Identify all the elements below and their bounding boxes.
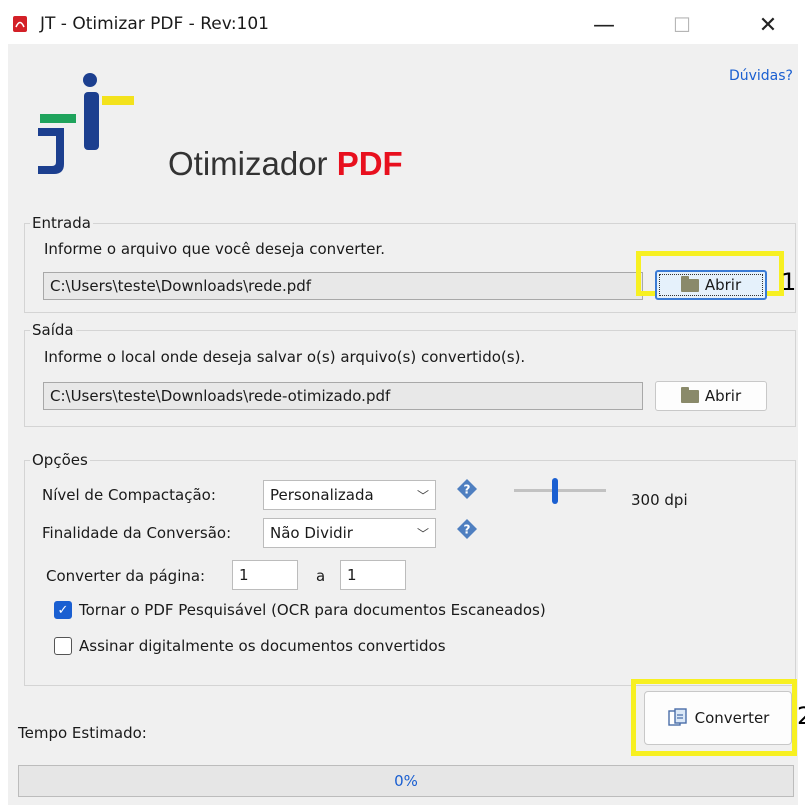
chevron-down-icon: ﹀ [416, 526, 429, 541]
folder-icon [680, 386, 699, 403]
open-input-label: Abrir [704, 276, 742, 294]
opcoes-group-label: Opções [30, 451, 90, 469]
open-output-label: Abrir [704, 387, 742, 405]
output-file-path[interactable]: C:\Users\teste\Downloads\rede-otimizado.… [43, 382, 643, 410]
progress-text: 0% [394, 772, 418, 790]
convert-button[interactable]: Converter [644, 691, 792, 745]
ocr-checkbox[interactable]: ✓ [54, 601, 72, 619]
window-title: JT - Otimizar PDF - Rev:101 [40, 14, 270, 34]
entrada-hint: Informe o arquivo que você deseja conver… [44, 240, 386, 258]
folder-icon [680, 275, 699, 292]
page-to-label: a [316, 567, 326, 585]
purpose-value: Não Dividir [270, 524, 353, 542]
help-link[interactable]: Dúvidas? [729, 68, 793, 84]
close-button[interactable]: ✕ [748, 10, 788, 40]
convert-label: Converter [694, 709, 770, 727]
app-title-pdf: PDF [336, 145, 403, 182]
app-pdf-icon [13, 16, 27, 32]
estimated-time-label: Tempo Estimado: [18, 724, 147, 742]
entrada-group-label: Entrada [30, 214, 93, 232]
purpose-label: Finalidade da Conversão: [42, 524, 232, 542]
help-question-icon[interactable]: ? [456, 478, 478, 500]
help-question-icon[interactable]: ? [456, 518, 478, 540]
dpi-slider-track[interactable] [514, 489, 606, 492]
purpose-select[interactable]: Não Dividir ﹀ [263, 518, 436, 548]
minimize-button[interactable]: — [584, 10, 624, 40]
page-to-input[interactable]: 1 [340, 560, 406, 590]
callout-number-2: 2 [797, 702, 805, 730]
callout-number-1: 1 [781, 268, 797, 296]
ocr-label: Tornar o PDF Pesquisável (OCR para docum… [79, 601, 546, 619]
svg-text:?: ? [464, 523, 471, 537]
saida-group-label: Saída [30, 321, 76, 339]
jt-logo [38, 73, 134, 174]
page-from-input[interactable]: 1 [232, 560, 298, 590]
sign-label: Assinar digitalmente os documentos conve… [79, 637, 446, 655]
dpi-slider-thumb[interactable] [552, 478, 559, 504]
dpi-value: 300 dpi [631, 491, 688, 509]
chevron-down-icon: ﹀ [416, 488, 429, 503]
progress-bar: 0% [18, 765, 794, 797]
compact-level-value: Personalizada [270, 486, 374, 504]
sign-checkbox[interactable] [54, 637, 72, 655]
saida-group [24, 330, 796, 427]
svg-text:?: ? [464, 483, 471, 497]
maximize-button[interactable]: ☐ [662, 10, 702, 40]
open-input-button[interactable]: Abrir [655, 270, 767, 300]
page-from-label: Converter da página: [46, 567, 206, 585]
input-file-path[interactable]: C:\Users\teste\Downloads\rede.pdf [43, 272, 643, 300]
app-title: Otimizador PDF [168, 145, 403, 183]
compact-level-label: Nível de Compactação: [42, 486, 216, 504]
app-title-prefix: Otimizador [168, 145, 328, 182]
open-output-button[interactable]: Abrir [655, 381, 767, 411]
saida-hint: Informe o local onde deseja salvar o(s) … [44, 348, 526, 366]
convert-icon [667, 708, 687, 726]
compact-level-select[interactable]: Personalizada ﹀ [263, 480, 436, 510]
